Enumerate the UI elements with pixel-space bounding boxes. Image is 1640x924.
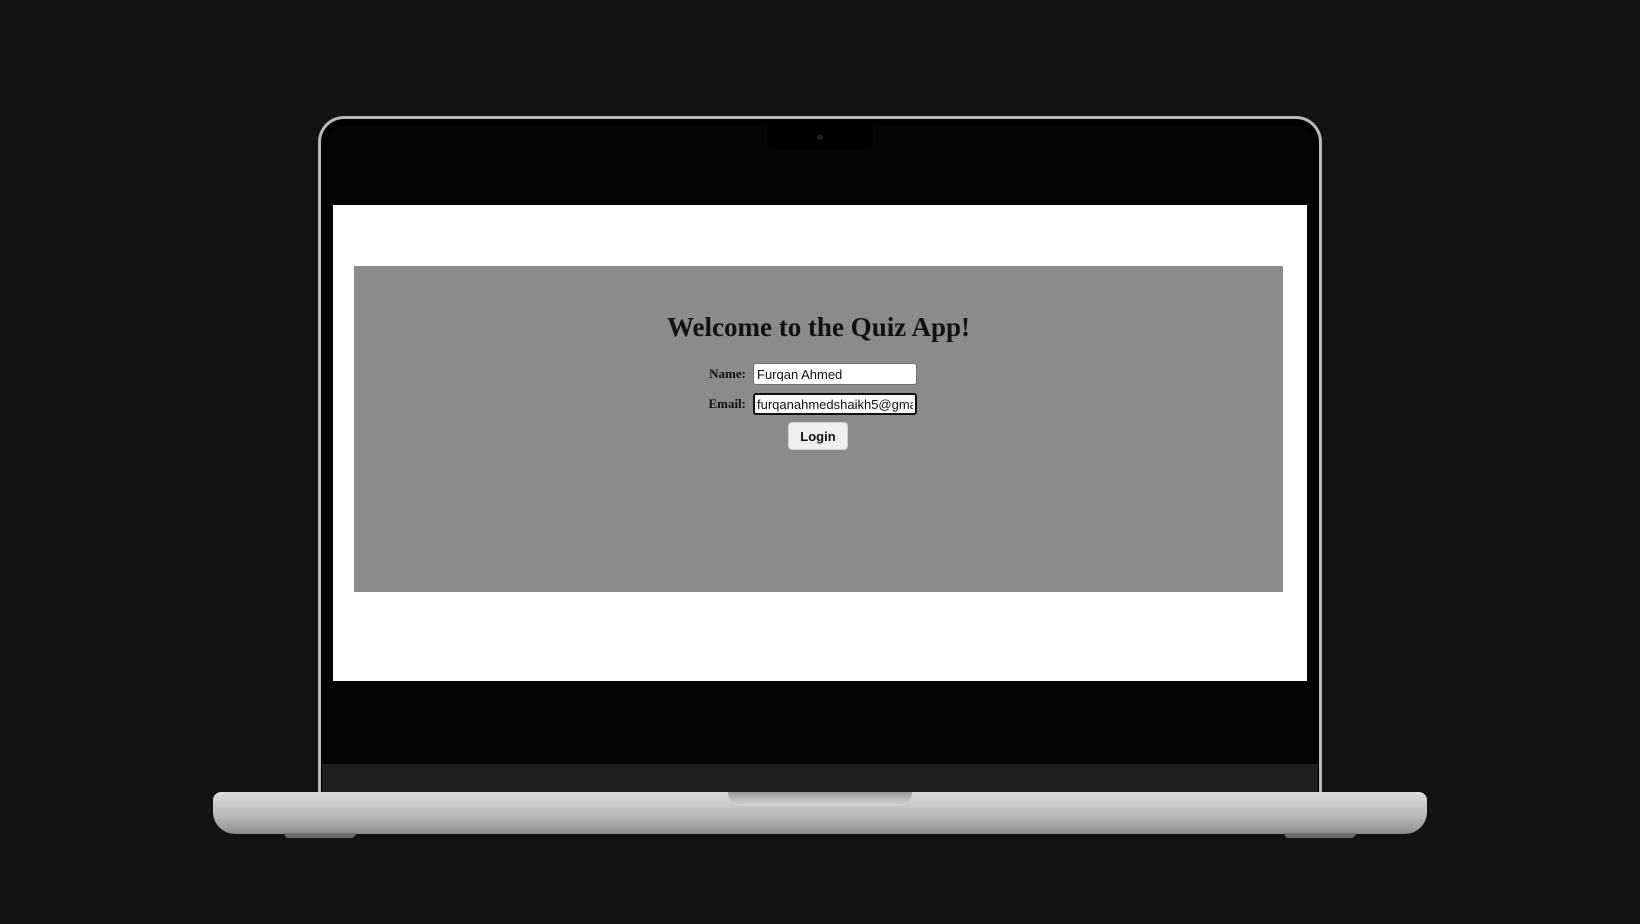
email-input[interactable]: [753, 393, 917, 415]
quiz-login-panel: Welcome to the Quiz App! Name: Email: Lo…: [354, 266, 1283, 592]
email-row: Email:: [699, 392, 917, 416]
laptop-foot-right: [1284, 833, 1356, 838]
laptop-foot-left: [284, 833, 356, 838]
camera-icon: [817, 134, 823, 140]
name-input[interactable]: [753, 363, 917, 385]
email-label: Email:: [708, 396, 746, 411]
browser-viewport: Welcome to the Quiz App! Name: Email: Lo…: [333, 205, 1307, 681]
laptop-chin: [322, 764, 1318, 794]
name-label: Name:: [709, 366, 746, 381]
login-button[interactable]: Login: [788, 422, 848, 450]
device-mockup: Welcome to the Quiz App! Name: Email: Lo…: [0, 0, 1640, 924]
page-title: Welcome to the Quiz App!: [667, 312, 970, 342]
name-row: Name:: [699, 362, 917, 386]
laptop-opening-notch: [728, 792, 912, 806]
